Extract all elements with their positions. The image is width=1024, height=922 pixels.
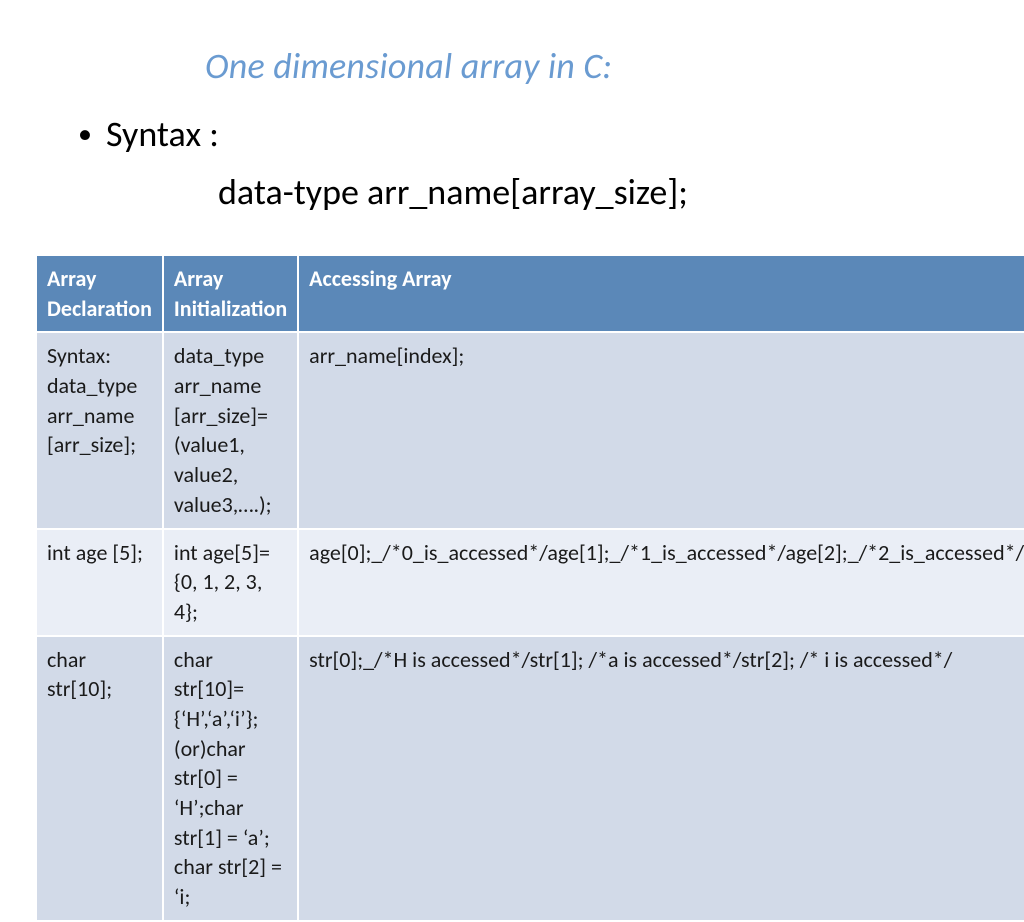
cell-accessing: str[0];_/*H is accessed*/str[1]; /*a is …: [298, 636, 1024, 921]
bullet-item: • Syntax :: [0, 112, 1024, 156]
table-row: Syntax: data_type arr_name [arr_size]; d…: [36, 332, 1024, 528]
array-syntax-table: Array Declaration Array Initialization A…: [35, 254, 1024, 922]
slide-title: One dimensional array in C:: [0, 44, 1024, 88]
table-header-row: Array Declaration Array Initialization A…: [36, 255, 1024, 332]
cell-declaration: int age [5];: [36, 529, 163, 636]
cell-declaration: char str[10];: [36, 636, 163, 921]
table-row: char str[10]; char str[10]={‘H’,‘a’,‘i’}…: [36, 636, 1024, 921]
table-row: int age [5]; int age[5]={0, 1, 2, 3, 4};…: [36, 529, 1024, 636]
header-accessing: Accessing Array: [298, 255, 1024, 332]
cell-accessing: age[0];_/*0_is_accessed*/age[1];_/*1_is_…: [298, 529, 1024, 636]
bullet-icon: •: [78, 120, 92, 148]
cell-initialization: data_type arr_name [arr_size]=(value1, v…: [163, 332, 298, 528]
cell-declaration: Syntax: data_type arr_name [arr_size];: [36, 332, 163, 528]
cell-initialization: int age[5]={0, 1, 2, 3, 4};: [163, 529, 298, 636]
cell-accessing: arr_name[index];: [298, 332, 1024, 528]
cell-initialization: char str[10]={‘H’,‘a’,‘i’}; (or)char str…: [163, 636, 298, 921]
bullet-label: Syntax :: [106, 112, 219, 156]
syntax-declaration: data-type arr_name[array_size];: [0, 170, 1024, 214]
header-initialization: Array Initialization: [163, 255, 298, 332]
header-declaration: Array Declaration: [36, 255, 163, 332]
